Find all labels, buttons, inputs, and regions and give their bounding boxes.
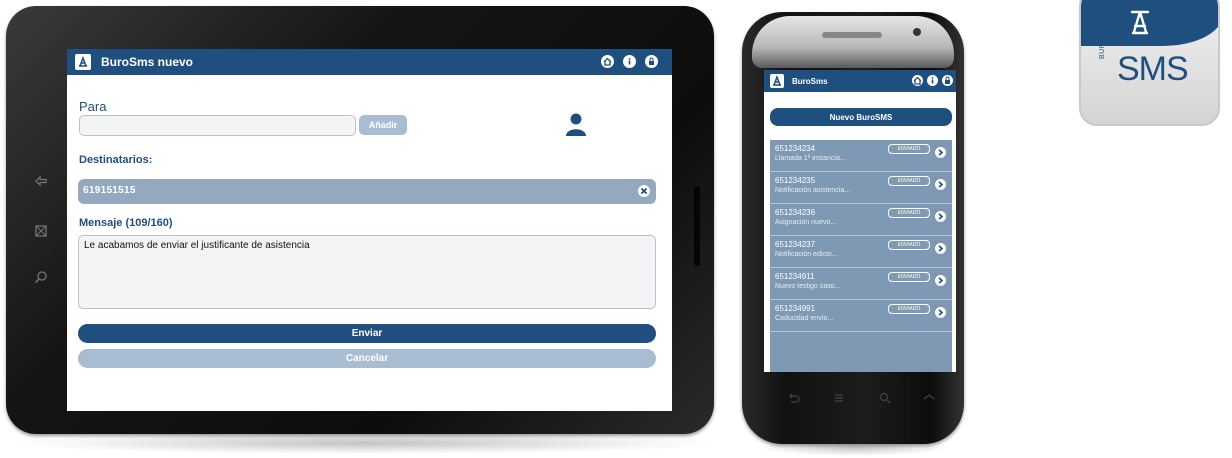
home-icon[interactable] xyxy=(601,55,614,68)
burosms-brand-logo: BURO SMS xyxy=(1079,0,1220,126)
brand-scale-icon xyxy=(1130,10,1150,35)
list-item-number: 651234237 xyxy=(775,240,816,249)
phone-top-bezel xyxy=(752,16,954,68)
tablet-screen: BuroSms nuevo Para Añadir Destinatarios:… xyxy=(67,49,672,411)
recipient-chip[interactable]: 619151515 xyxy=(78,179,656,204)
menu-icon[interactable] xyxy=(28,218,54,244)
para-label: Para xyxy=(79,99,107,114)
search-icon[interactable] xyxy=(28,264,54,290)
phone-menu-icon[interactable] xyxy=(832,391,846,405)
chevron-right-icon[interactable] xyxy=(935,211,946,222)
cancel-button[interactable]: Cancelar xyxy=(78,349,656,368)
contact-person-icon[interactable] xyxy=(563,111,589,137)
brand-sms: SMS xyxy=(1117,50,1189,88)
phone-camera xyxy=(913,28,921,36)
recipients-label: Destinatarios: xyxy=(79,154,153,166)
list-item-subtitle: Notificación edicto... xyxy=(775,251,838,258)
phone-speaker xyxy=(822,32,882,38)
recipient-number: 619151515 xyxy=(83,185,136,196)
status-badge: ENVIADO xyxy=(888,240,930,250)
info-icon[interactable] xyxy=(623,55,636,68)
phone-search-icon[interactable] xyxy=(878,391,892,405)
phone-lock-icon[interactable] xyxy=(942,75,953,86)
phone-back-icon[interactable] xyxy=(786,391,800,405)
list-item-number: 651234991 xyxy=(775,304,816,313)
phone-screen: BuroSms Nuevo BuroSMS 651234234 Llamada … xyxy=(764,70,956,372)
status-badge: ENVIADO xyxy=(888,208,930,218)
list-item-subtitle: Caducidad envío... xyxy=(775,315,834,322)
list-item-subtitle: Notificación asistencia... xyxy=(775,187,851,194)
app-title: BuroSms nuevo xyxy=(101,55,194,69)
para-input[interactable] xyxy=(79,115,356,136)
new-burosms-button[interactable]: Nuevo BuroSMS xyxy=(770,108,952,126)
status-badge: ENVIADO xyxy=(888,176,930,186)
phone-home-button-icon[interactable] xyxy=(922,391,936,405)
list-item[interactable]: 651234991 Caducidad envío... ENVIADO xyxy=(770,300,952,332)
message-text: Le acabamos de enviar el justificante de… xyxy=(84,240,310,251)
back-icon[interactable] xyxy=(28,168,54,194)
list-item-number: 651234236 xyxy=(775,208,816,217)
tablet-device: BuroSms nuevo Para Añadir Destinatarios:… xyxy=(6,6,714,434)
list-item[interactable]: 651234234 Llamada 1ª instancia... ENVIAD… xyxy=(770,140,952,172)
lock-icon[interactable] xyxy=(645,55,658,68)
list-item-number: 651234234 xyxy=(775,144,816,153)
status-badge: ENVIADO xyxy=(888,144,930,154)
status-badge: ENVIADO xyxy=(888,304,930,314)
phone-nav-bar xyxy=(764,378,956,418)
list-item-subtitle: Nuevo testigo caso... xyxy=(775,283,841,290)
list-item[interactable]: 651234911 Nuevo testigo caso... ENVIADO xyxy=(770,268,952,300)
send-button[interactable]: Enviar xyxy=(78,324,656,343)
list-item-subtitle: Asignación nuevo... xyxy=(775,219,837,226)
phone-info-icon[interactable] xyxy=(927,75,938,86)
phone-app-header: BuroSms xyxy=(764,70,956,92)
phone-app-logo-icon xyxy=(770,74,784,88)
chevron-right-icon[interactable] xyxy=(935,307,946,318)
phone-app-title: BuroSms xyxy=(792,77,828,86)
app-header: BuroSms nuevo xyxy=(67,49,672,75)
chevron-right-icon[interactable] xyxy=(935,147,946,158)
message-list: 651234234 Llamada 1ª instancia... ENVIAD… xyxy=(770,140,952,372)
tablet-side-slot xyxy=(694,186,700,266)
message-textarea[interactable]: Le acabamos de enviar el justificante de… xyxy=(78,235,656,309)
message-label: Mensaje (109/160) xyxy=(79,217,173,229)
app-logo-icon xyxy=(75,54,91,70)
list-item[interactable]: 651234235 Notificación asistencia... ENV… xyxy=(770,172,952,204)
chevron-right-icon[interactable] xyxy=(935,275,946,286)
list-item-number: 651234235 xyxy=(775,176,816,185)
phone-home-icon[interactable] xyxy=(912,75,923,86)
list-item-number: 651234911 xyxy=(775,272,815,281)
list-item-subtitle: Llamada 1ª instancia... xyxy=(775,155,846,162)
tablet-shadow xyxy=(20,432,710,454)
add-button[interactable]: Añadir xyxy=(359,115,407,135)
status-badge: ENVIADO xyxy=(888,272,930,282)
chevron-right-icon[interactable] xyxy=(935,179,946,190)
remove-recipient-icon[interactable] xyxy=(638,185,650,197)
chevron-right-icon[interactable] xyxy=(935,243,946,254)
list-item[interactable]: 651234237 Notificación edicto... ENVIADO xyxy=(770,236,952,268)
brand-word: BURO xyxy=(1099,36,1106,59)
list-item[interactable]: 651234236 Asignación nuevo... ENVIADO xyxy=(770,204,952,236)
